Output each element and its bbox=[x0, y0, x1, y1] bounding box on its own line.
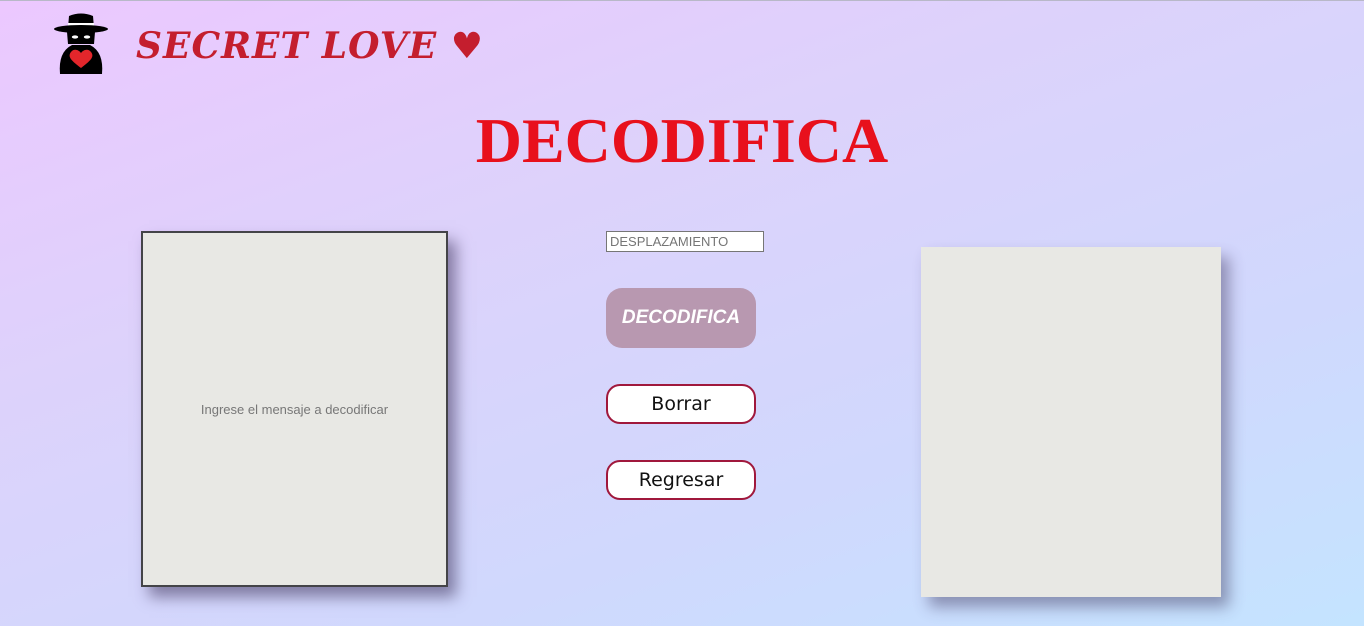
page-title: DECODIFICA bbox=[475, 105, 889, 176]
decode-button[interactable]: DECODIFICA bbox=[606, 288, 756, 348]
back-button[interactable]: Regresar bbox=[606, 460, 756, 500]
brand-title: SECRET LOVE ♥ bbox=[136, 25, 484, 67]
clear-button[interactable]: Borrar bbox=[606, 384, 756, 424]
output-panel bbox=[921, 247, 1221, 597]
message-input[interactable] bbox=[141, 231, 448, 587]
shift-input[interactable] bbox=[606, 231, 764, 252]
spy-heart-icon bbox=[52, 12, 110, 74]
top-border bbox=[0, 0, 1364, 1]
